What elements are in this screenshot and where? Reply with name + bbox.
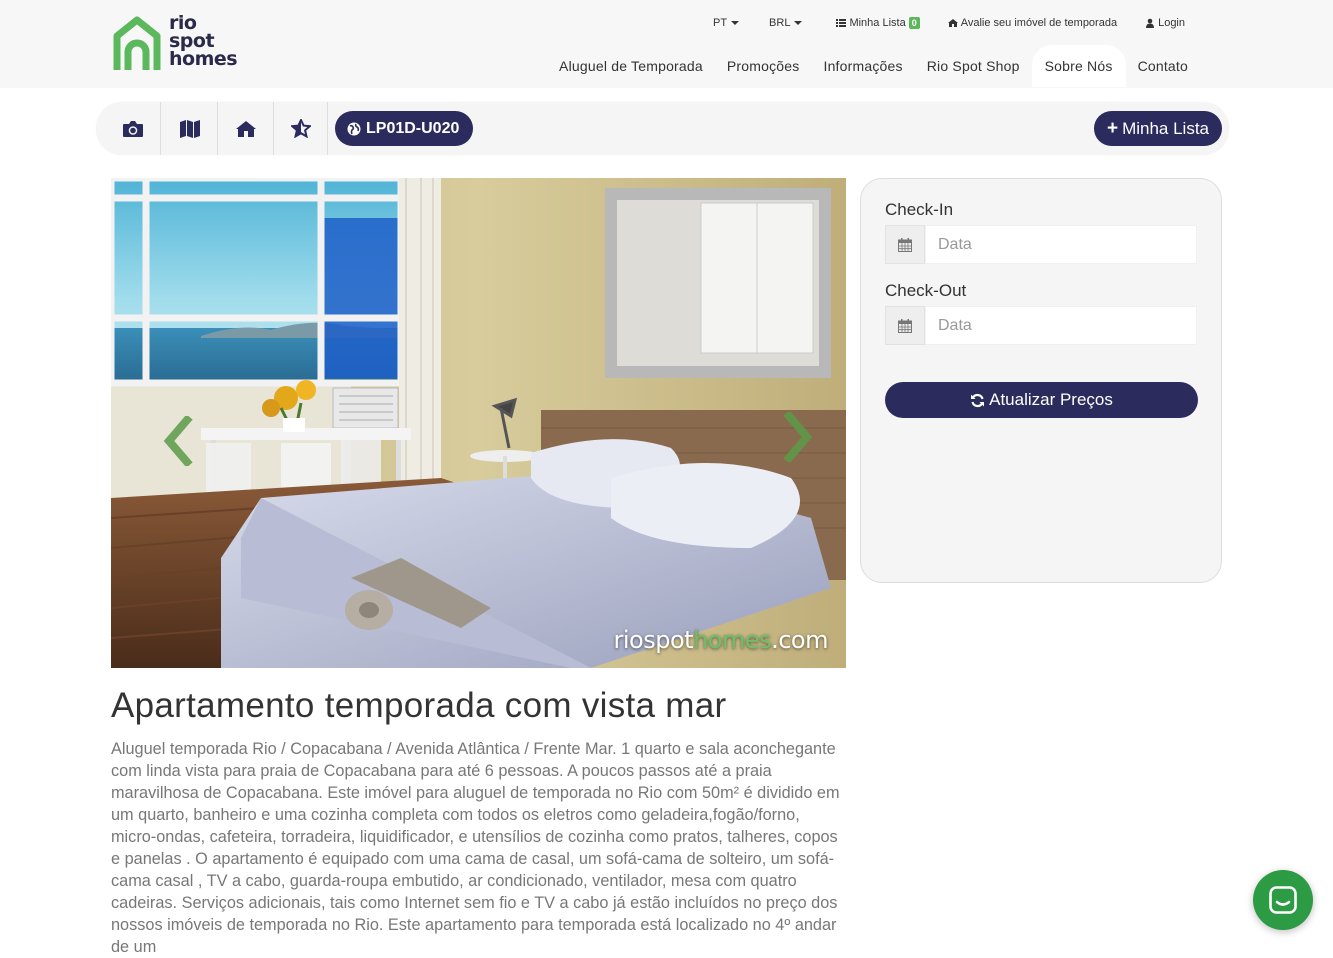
nav-item-aluguel-temporada[interactable]: Aluguel de Temporada — [547, 45, 715, 87]
reviews-tab[interactable] — [274, 102, 328, 155]
photo-watermark: riospothomes.com — [614, 626, 829, 654]
my-list-label: Minha Lista — [849, 17, 906, 29]
apartment-photo — [111, 178, 846, 668]
photos-tab[interactable] — [105, 102, 161, 155]
update-prices-label: Atualizar Preços — [989, 390, 1113, 409]
nav-item-sobre-nos[interactable]: Sobre Nós — [1031, 45, 1126, 87]
list-icon — [836, 19, 847, 27]
property-code-badge[interactable]: LP01D-U020 — [335, 111, 474, 146]
details-tab[interactable] — [218, 102, 274, 155]
chat-widget-button[interactable] — [1253, 870, 1313, 930]
logo-line-3: homes — [169, 48, 238, 70]
logo-text: rio spot homes — [169, 14, 238, 70]
checkout-input[interactable]: Data — [925, 306, 1197, 345]
listing-title: Apartamento temporada com vista mar — [111, 686, 727, 725]
user-icon — [1146, 18, 1155, 28]
add-to-list-label: Minha Lista — [1122, 118, 1209, 138]
logo[interactable]: rio spot homes — [113, 14, 253, 72]
checkin-field[interactable]: Data — [885, 225, 1197, 264]
chevron-down-icon — [794, 21, 803, 25]
chevron-down-icon — [731, 21, 740, 25]
login-label: Login — [1158, 17, 1185, 29]
nav-item-contato[interactable]: Contato — [1126, 45, 1200, 87]
currency-value: BRL — [769, 17, 791, 29]
checkin-input[interactable]: Data — [925, 225, 1197, 264]
map-tab[interactable] — [162, 102, 218, 155]
login-link[interactable]: Login — [1145, 17, 1185, 29]
calendar-icon — [885, 306, 925, 345]
globe-icon — [347, 122, 361, 135]
property-photo-carousel[interactable]: riospothomes.com — [111, 178, 846, 668]
language-dropdown[interactable]: PT — [712, 17, 740, 29]
my-list-count-badge: 0 — [908, 17, 920, 29]
top-utility-bar: PT BRL Minha Lista 0 Avalie seu imóvel d… — [713, 14, 1185, 32]
home-icon — [947, 19, 958, 27]
checkout-field[interactable]: Data — [885, 306, 1197, 345]
watermark-prefix: riospot — [613, 626, 694, 654]
logo-house-icon — [113, 16, 161, 70]
update-prices-button[interactable]: Atualizar Preços — [885, 382, 1198, 418]
checkin-label: Check-In — [885, 200, 954, 219]
calendar-icon — [885, 225, 925, 264]
watermark-highlight: homes — [693, 626, 772, 654]
evaluate-property-link[interactable]: Avalie seu imóvel de temporada — [947, 17, 1118, 29]
booking-panel: Check-In Data Check-Out Data Atualizar P… — [860, 178, 1222, 583]
carousel-next-arrow-icon[interactable] — [779, 412, 815, 462]
listing-description: Aluguel temporada Rio / Copacabana / Ave… — [111, 740, 840, 956]
home-icon — [235, 120, 256, 137]
refresh-icon — [971, 393, 985, 407]
evaluate-property-label: Avalie seu imóvel de temporada — [960, 17, 1118, 29]
nav-item-promocoes[interactable]: Promoções — [715, 45, 812, 87]
star-half-icon — [290, 119, 311, 138]
language-value: PT — [712, 17, 728, 29]
property-toolbar: LP01D-U020 + Minha Lista — [96, 102, 1229, 155]
camera-icon — [122, 120, 143, 137]
chat-icon — [1269, 886, 1297, 914]
checkout-label: Check-Out — [885, 281, 967, 300]
nav-item-rio-spot-shop[interactable]: Rio Spot Shop — [915, 45, 1032, 87]
watermark-suffix: .com — [771, 626, 828, 654]
plus-icon: + — [1106, 117, 1119, 139]
main-navigation: Aluguel de Temporada Promoções Informaçõ… — [547, 45, 1200, 87]
site-header: rio spot homes PT BRL Minha Lista 0 Aval… — [0, 0, 1333, 88]
carousel-prev-arrow-icon[interactable] — [161, 416, 197, 466]
my-list-link[interactable]: Minha Lista 0 — [836, 17, 920, 29]
map-icon — [179, 119, 200, 138]
add-to-list-button[interactable]: + Minha Lista — [1093, 111, 1222, 146]
nav-item-informacoes[interactable]: Informações — [811, 45, 914, 87]
property-code: LP01D-U020 — [366, 119, 460, 137]
currency-dropdown[interactable]: BRL — [769, 17, 803, 29]
